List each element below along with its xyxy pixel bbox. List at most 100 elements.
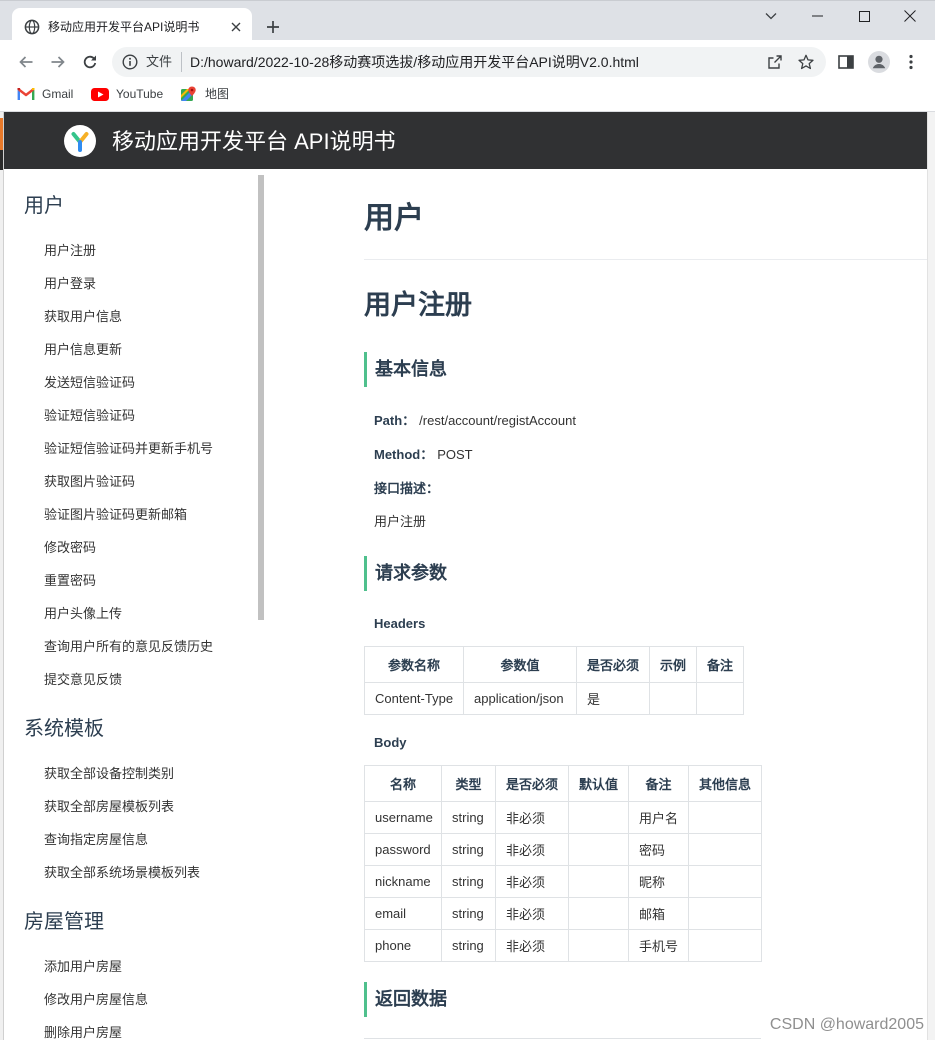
sidebar-item[interactable]: 修改用户房屋信息 bbox=[4, 983, 265, 1016]
sidebar-item[interactable]: 验证图片验证码更新邮箱 bbox=[4, 498, 265, 531]
column-header: 备注 bbox=[628, 765, 689, 802]
desktop-edge-dark bbox=[0, 150, 3, 170]
side-panel-icon[interactable] bbox=[838, 54, 854, 70]
column-header: 默认值 bbox=[568, 765, 629, 802]
close-tab-icon[interactable] bbox=[228, 19, 244, 35]
default-cell bbox=[568, 929, 629, 962]
profile-avatar-icon[interactable] bbox=[867, 50, 891, 74]
site-title[interactable]: 移动应用开发平台 API说明书 bbox=[112, 127, 396, 157]
bookmark-gmail[interactable]: Gmail bbox=[12, 82, 88, 106]
sidebar-item[interactable]: 验证短信验证码 bbox=[4, 399, 265, 432]
sidebar-item[interactable]: 删除用户房屋 bbox=[4, 1016, 265, 1040]
page-scrollbar[interactable] bbox=[927, 112, 935, 1040]
address-separator bbox=[181, 52, 182, 72]
required-cell: 是 bbox=[576, 682, 650, 715]
column-header: 参数值 bbox=[463, 646, 577, 683]
section-heading-basic-info: 基本信息 bbox=[364, 352, 447, 387]
sidebar-item[interactable]: 重置密码 bbox=[4, 564, 265, 597]
remark-cell: 昵称 bbox=[628, 865, 689, 898]
required-cell: 非必须 bbox=[495, 929, 569, 962]
sidebar-item[interactable]: 获取用户信息 bbox=[4, 300, 265, 333]
extra-cell bbox=[688, 865, 762, 898]
menu-dots-icon[interactable] bbox=[903, 54, 919, 70]
default-cell bbox=[568, 865, 629, 898]
bookmark-star-icon[interactable] bbox=[798, 54, 814, 70]
type-cell: string bbox=[441, 801, 496, 834]
description-text: 用户注册 bbox=[374, 514, 427, 529]
browser-window: 移动应用开发平台API说明书 文件 D:/howard/2022-10-28移动… bbox=[0, 0, 935, 1040]
sidebar-item[interactable]: 获取全部房屋模板列表 bbox=[4, 790, 265, 823]
sidebar-section-templates: 系统模板 获取全部设备控制类别 获取全部房屋模板列表 查询指定房屋信息 获取全部… bbox=[4, 715, 265, 889]
info-icon[interactable] bbox=[122, 54, 138, 70]
sidebar-item[interactable]: 查询指定房屋信息 bbox=[4, 823, 265, 856]
sidebar-item[interactable]: 用户登录 bbox=[4, 267, 265, 300]
extra-cell bbox=[688, 833, 762, 866]
sidebar-scrollbar-thumb[interactable] bbox=[258, 175, 264, 620]
path-line: Path：/rest/account/registAccount bbox=[374, 411, 576, 431]
column-header: 参数名称 bbox=[364, 646, 464, 683]
sidebar-item[interactable]: 获取图片验证码 bbox=[4, 465, 265, 498]
sidebar-item[interactable]: 获取全部系统场景模板列表 bbox=[4, 856, 265, 889]
sidebar-item[interactable]: 提交意见反馈 bbox=[4, 663, 265, 696]
sidebar-item[interactable]: 用户信息更新 bbox=[4, 333, 265, 366]
method-line: Method： POST bbox=[374, 445, 473, 465]
sidebar-item[interactable]: 修改密码 bbox=[4, 531, 265, 564]
sidebar-item[interactable]: 验证短信验证码并更新手机号 bbox=[4, 432, 265, 465]
name-cell: phone bbox=[364, 929, 442, 962]
sidebar-section-house: 房屋管理 添加用户房屋 修改用户房屋信息 删除用户房屋 bbox=[4, 908, 265, 1040]
param-value-cell: application/json bbox=[463, 682, 577, 715]
close-window-icon[interactable] bbox=[902, 8, 918, 24]
path-label: Path： bbox=[374, 413, 416, 428]
example-cell bbox=[649, 682, 697, 715]
body-label: Body bbox=[374, 735, 407, 750]
sidebar-item[interactable]: 用户头像上传 bbox=[4, 597, 265, 630]
minimize-icon[interactable] bbox=[809, 8, 825, 24]
type-cell: string bbox=[441, 833, 496, 866]
tab-title: 移动应用开发平台API说明书 bbox=[48, 20, 200, 34]
yapi-logo-icon[interactable] bbox=[64, 125, 96, 157]
column-header: 是否必须 bbox=[495, 765, 569, 802]
sidebar-section-title[interactable]: 系统模板 bbox=[4, 715, 265, 743]
sidebar-item[interactable]: 查询用户所有的意见反馈历史 bbox=[4, 630, 265, 663]
bookmark-youtube[interactable]: YouTube bbox=[86, 82, 172, 106]
bookmark-label: YouTube bbox=[116, 87, 164, 101]
category-title: 用户 bbox=[364, 202, 424, 235]
table-row: username string 非必须 用户名 bbox=[364, 801, 762, 834]
sidebar-item[interactable]: 用户注册 bbox=[4, 234, 265, 267]
share-icon[interactable] bbox=[767, 54, 783, 70]
column-header: 是否必须 bbox=[576, 646, 650, 683]
sidebar-item[interactable]: 发送短信验证码 bbox=[4, 366, 265, 399]
table-row: Content-Type application/json 是 bbox=[364, 682, 744, 715]
new-tab-icon[interactable] bbox=[264, 18, 282, 36]
default-cell bbox=[568, 897, 629, 930]
column-header: 其他信息 bbox=[688, 765, 762, 802]
column-header: 名称 bbox=[364, 765, 442, 802]
required-cell: 非必须 bbox=[495, 897, 569, 930]
name-cell: username bbox=[364, 801, 442, 834]
forward-arrow-icon[interactable] bbox=[48, 52, 68, 72]
bookmark-maps[interactable]: 地图 bbox=[174, 82, 234, 106]
reload-icon[interactable] bbox=[80, 52, 100, 72]
sidebar-section-user: 用户 用户注册 用户登录 获取用户信息 用户信息更新 发送短信验证码 验证短信验… bbox=[4, 192, 265, 696]
default-cell bbox=[568, 801, 629, 834]
sidebar-item[interactable]: 添加用户房屋 bbox=[4, 950, 265, 983]
column-header: 示例 bbox=[649, 646, 697, 683]
extra-cell bbox=[688, 801, 762, 834]
url-text[interactable]: D:/howard/2022-10-28移动赛项选拔/移动应用开发平台API说明… bbox=[190, 52, 639, 72]
back-arrow-icon[interactable] bbox=[16, 52, 36, 72]
maximize-icon[interactable] bbox=[856, 8, 872, 24]
type-cell: string bbox=[441, 897, 496, 930]
section-heading-response: 返回数据 bbox=[364, 982, 447, 1017]
remark-cell: 手机号 bbox=[628, 929, 689, 962]
default-cell bbox=[568, 833, 629, 866]
tab-search-chevron-down-icon[interactable] bbox=[763, 8, 779, 24]
sidebar-section-title[interactable]: 房屋管理 bbox=[4, 908, 265, 936]
param-name-cell: Content-Type bbox=[364, 682, 464, 715]
table-header-row: 名称 类型 是否必须 默认值 备注 其他信息 bbox=[364, 765, 762, 802]
type-cell: string bbox=[441, 865, 496, 898]
desktop-edge-orange bbox=[0, 118, 3, 150]
column-header: 类型 bbox=[441, 765, 496, 802]
sidebar-section-title[interactable]: 用户 bbox=[4, 192, 265, 220]
sidebar-item[interactable]: 获取全部设备控制类别 bbox=[4, 757, 265, 790]
type-cell: string bbox=[441, 929, 496, 962]
